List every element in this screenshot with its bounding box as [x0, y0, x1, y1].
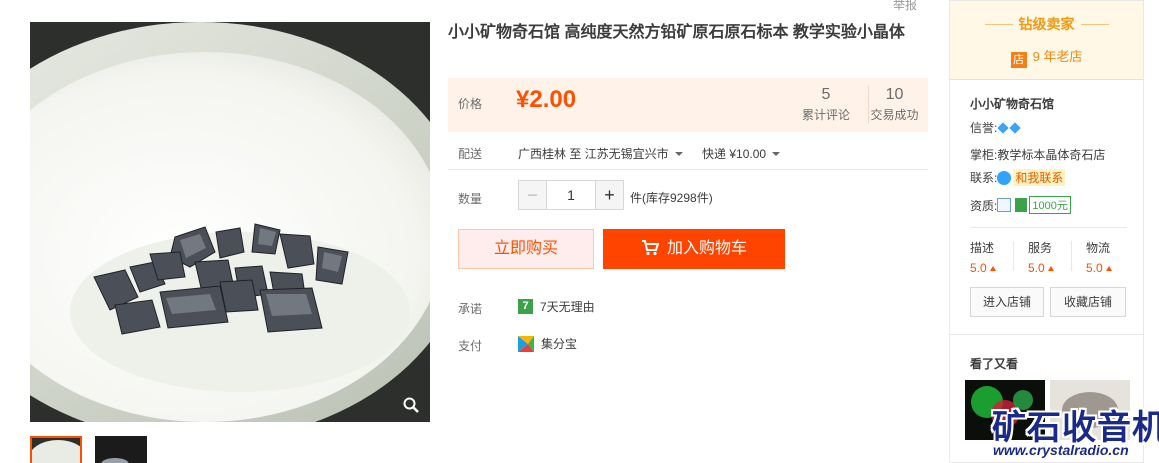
diamond-icon	[997, 121, 1010, 134]
reviews-count: 5	[821, 86, 831, 103]
seller-tier: 钻级卖家	[950, 1, 1143, 34]
qualification-label: 资质:	[970, 198, 998, 213]
score-service: 服务 5.0	[1028, 239, 1054, 275]
decorative-line	[984, 24, 1013, 25]
payment-label: 支付	[458, 339, 483, 353]
payment-item[interactable]: 集分宝	[518, 335, 577, 352]
thumbnail-image	[32, 438, 80, 463]
thumbnail-2[interactable]	[95, 436, 147, 463]
stock-text: 件(库存9298件)	[630, 191, 713, 205]
score-value-row: 5.0	[1028, 261, 1054, 275]
divider	[1013, 241, 1014, 271]
report-link[interactable]: 举报	[893, 0, 917, 13]
deals-stat: 10 交易成功	[868, 86, 920, 123]
qualification-row: 资质: 1000元	[970, 196, 1071, 214]
add-to-cart-button[interactable]: 加入购物车	[603, 229, 785, 269]
shipping-method-select[interactable]: 快递 ¥10.00	[702, 147, 781, 161]
shop-header: 钻级卖家 店 9 年老店	[950, 1, 1143, 80]
shop-name[interactable]: 小小矿物奇石馆	[970, 95, 1054, 112]
price-value: ¥2.00	[516, 86, 577, 113]
credit-row: 信誉:	[970, 119, 1022, 136]
quantity-increase-button[interactable]: +	[595, 181, 623, 209]
jifenbao-icon	[518, 335, 534, 352]
buy-now-button[interactable]: 立即购买	[458, 229, 594, 269]
promise-label: 承诺	[458, 302, 483, 316]
divider	[1071, 241, 1072, 271]
decorative-line	[1080, 24, 1109, 25]
shipping-method: 快递 ¥10.00	[702, 147, 767, 161]
shop-panel: 钻级卖家 店 9 年老店 小小矿物奇石馆 信誉: 掌柜: 教学标本晶体奇石店 联系…	[949, 0, 1144, 463]
score-value-row: 5.0	[970, 261, 996, 275]
quantity-label: 数量	[458, 192, 483, 206]
product-photo	[30, 22, 430, 422]
divider	[970, 227, 1127, 228]
chevron-down-icon	[674, 152, 683, 156]
arrow-up-icon	[1047, 266, 1054, 271]
store-icon: 店	[1010, 52, 1027, 68]
thumbnail-image	[95, 436, 147, 463]
favorite-shop-button[interactable]: 收藏店铺	[1050, 287, 1126, 317]
shop-years: 9 年老店	[1032, 49, 1083, 64]
reviews-label: 累计评论	[801, 108, 850, 122]
thumbnail-1[interactable]	[30, 436, 82, 463]
enter-shop-button[interactable]: 进入店铺	[970, 287, 1044, 317]
score-label: 服务	[1028, 241, 1053, 255]
payment-text: 集分宝	[541, 337, 578, 351]
contact-label: 联系:	[970, 171, 998, 185]
seven-day-icon: 7	[518, 299, 533, 314]
arrow-up-icon	[989, 266, 996, 271]
promise-text: 7天无理由	[540, 300, 595, 314]
contact-row: 联系: 和我联系	[970, 169, 1066, 186]
chat-icon	[997, 170, 1012, 185]
credit-label: 信誉:	[970, 121, 998, 135]
score-value: 5.0	[970, 261, 987, 275]
see-also-title: 看了又看	[970, 357, 1019, 371]
keeper-label: 掌柜:	[970, 148, 998, 162]
price-label: 价格	[458, 97, 483, 111]
price-panel: 价格 ¥2.00 5 累计评论 10 交易成功	[448, 78, 928, 132]
score-description: 描述 5.0	[970, 239, 996, 275]
score-value: 5.0	[1028, 261, 1045, 275]
watermark-url: www.crystalradio.cn	[993, 442, 1129, 458]
delivery-info: 广西桂林 至 江苏无锡宜兴市 快递 ¥10.00	[518, 145, 781, 162]
deals-count: 10	[885, 86, 904, 103]
contact-seller-link[interactable]: 和我联系	[1013, 169, 1066, 186]
quantity-input[interactable]: 1	[547, 181, 595, 209]
product-main-image[interactable]	[30, 22, 430, 422]
watermark: 矿石收音机 www.crystalradio.cn	[975, 400, 1159, 463]
delivery-row: 配送 广西桂林 至 江苏无锡宜兴市 快递 ¥10.00	[448, 134, 928, 170]
product-title: 小小矿物奇石馆 高纯度天然方铅矿原石原石标本 教学实验小晶体	[448, 24, 905, 41]
score-label: 物流	[1086, 241, 1111, 255]
score-label: 描述	[970, 241, 995, 255]
delivery-label: 配送	[458, 147, 483, 161]
delivery-route-select[interactable]: 广西桂林 至 江苏无锡宜兴市	[518, 147, 683, 161]
divider	[950, 334, 1143, 335]
diamond-icon	[1009, 121, 1022, 134]
chevron-down-icon	[772, 152, 781, 156]
cart-icon	[641, 240, 660, 256]
keeper-row: 掌柜: 教学标本晶体奇石店	[970, 146, 1105, 163]
quantity-decrease-button[interactable]: −	[519, 181, 547, 209]
deposit-icon	[1015, 198, 1028, 212]
certificate-icon[interactable]	[997, 198, 1012, 212]
score-value-row: 5.0	[1086, 261, 1112, 275]
keeper-value[interactable]: 教学标本晶体奇石店	[997, 146, 1105, 163]
reviews-stat[interactable]: 5 累计评论	[800, 86, 852, 123]
deposit-badge[interactable]: 1000元	[1029, 196, 1071, 214]
deals-label: 交易成功	[870, 108, 919, 122]
seller-tier-label: 钻级卖家	[1018, 16, 1075, 32]
shop-age: 店 9 年老店	[950, 46, 1143, 68]
quantity-stepper: − 1 +	[518, 180, 624, 210]
promise-item[interactable]: 7 7天无理由	[518, 298, 595, 315]
zoom-icon[interactable]	[402, 396, 420, 414]
delivery-route: 广西桂林 至 江苏无锡宜兴市	[518, 147, 669, 161]
score-value: 5.0	[1086, 261, 1103, 275]
add-to-cart-label: 加入购物车	[666, 240, 747, 257]
score-logistics: 物流 5.0	[1086, 239, 1112, 275]
arrow-up-icon	[1105, 266, 1112, 271]
